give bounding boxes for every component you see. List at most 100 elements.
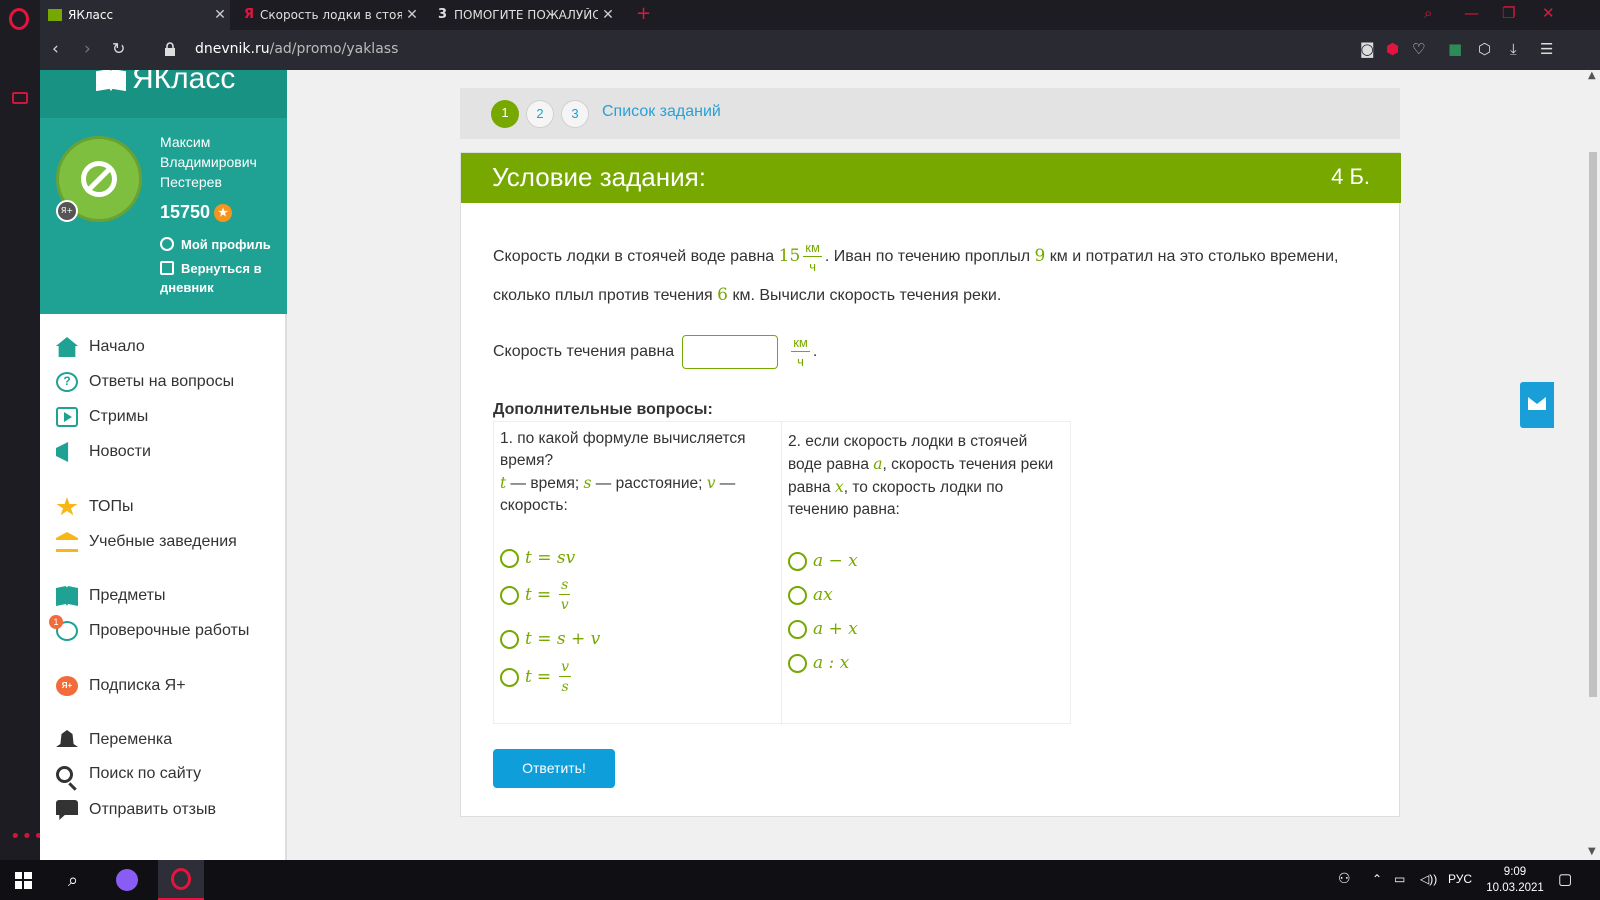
clock[interactable]: 9:09 10.03.2021 (1480, 864, 1550, 896)
cond-text: сколько плыл против течения (493, 287, 713, 304)
sidebar-item-streams[interactable]: Стримы (56, 407, 148, 427)
menu-icon[interactable]: ☰ (1540, 40, 1553, 58)
network-icon[interactable]: ▭ (1394, 872, 1405, 886)
address-bar: ‹ › ↻ dnevnik.ru/ad/promo/yaklass ◙ ⬢ ♡ … (40, 30, 1600, 70)
tab-question[interactable]: Я Скорость лодки в стоячей ✕ (236, 0, 422, 30)
star-badge-icon: ★ (214, 204, 233, 222)
restore-icon[interactable]: ❐ (1502, 4, 1515, 22)
heart-icon[interactable]: ♡ (1412, 40, 1425, 58)
sidebar-item-break[interactable]: Переменка (56, 730, 172, 750)
close-window-icon[interactable]: ✕ (1542, 4, 1555, 22)
page-viewport: ЯКласс Я+ Максим Владимирович Пестерев 1… (40, 70, 1585, 860)
option-formula: a + x (813, 619, 858, 639)
q1-option-3[interactable]: t = s + v (500, 629, 600, 649)
scrollbar-thumb[interactable] (1589, 152, 1597, 697)
workspaces-icon[interactable] (12, 92, 28, 104)
back-to-diary-link[interactable]: Вернуться в дневник (160, 259, 280, 297)
yaklass-logo[interactable]: ЯКласс (96, 70, 235, 96)
new-tab-icon[interactable]: + (636, 3, 651, 24)
sidebar-item-search[interactable]: Поиск по сайту (56, 765, 201, 783)
sidebar-item-tops[interactable]: ТОПы (56, 497, 134, 517)
volume-icon[interactable]: ◁)) (1420, 872, 1437, 886)
step-1[interactable]: 1 (491, 100, 519, 128)
distance-upstream: 6 (717, 285, 728, 305)
cube-icon[interactable]: ⬡ (1478, 40, 1491, 58)
scroll-up-icon[interactable]: ▲ (1588, 70, 1596, 81)
q1-option-1[interactable]: t = sv (500, 548, 575, 568)
camera-icon[interactable]: ◙ (1360, 40, 1375, 58)
forward-icon[interactable]: › (84, 39, 91, 59)
formula-lhs: t (525, 667, 532, 687)
radio-button[interactable] (500, 585, 519, 605)
notifications-icon[interactable]: ▢ (1558, 870, 1572, 888)
tab-title: ПОМОГИТЕ ПОЖАЛУЙСТА (454, 8, 598, 22)
sidebar-item-home[interactable]: Начало (56, 337, 145, 357)
page-scrollbar[interactable]: ▲ ▼ (1585, 70, 1600, 860)
boat-speed-value: 15 (778, 246, 801, 267)
q2-option-3[interactable]: a + x (788, 619, 858, 639)
radio-button[interactable] (788, 619, 807, 639)
formula-fraction: sv (559, 577, 571, 612)
minimize-icon[interactable]: — (1464, 4, 1479, 22)
radio-button[interactable] (788, 585, 807, 605)
sidebar-item-feedback[interactable]: Отправить отзыв (56, 800, 216, 820)
search-icon[interactable]: ⌕ (50, 860, 96, 900)
sidebar-item-news[interactable]: Новости (56, 442, 151, 462)
close-tab-icon[interactable]: ✕ (402, 7, 422, 23)
opera-sidebar: ••• (0, 0, 44, 860)
profile-link[interactable]: Мой профиль (160, 235, 271, 254)
q2-option-4[interactable]: a : x (788, 653, 849, 673)
shield-icon[interactable]: ⬢ (1386, 40, 1399, 58)
frac-num: s (559, 577, 571, 595)
mail-icon[interactable] (1520, 382, 1554, 428)
extension-icon[interactable]: ■ (1448, 40, 1462, 58)
q1-option-2[interactable]: t = s v (500, 578, 573, 612)
radio-button[interactable] (500, 629, 519, 649)
people-icon[interactable]: ⚇ (1338, 870, 1351, 887)
tray-chevron-icon[interactable]: ⌃ (1372, 872, 1382, 886)
sidebar-item-subscription[interactable]: Я+ Подписка Я+ (56, 676, 186, 696)
tab-yaklass[interactable]: ЯКласс ✕ (40, 0, 230, 30)
start-button[interactable] (0, 860, 46, 900)
sidebar-item-answers[interactable]: ? Ответы на вопросы (56, 372, 234, 392)
step-2[interactable]: 2 (526, 100, 554, 128)
opera-app[interactable] (158, 860, 204, 900)
url-field[interactable]: dnevnik.ru/ad/promo/yaklass (195, 41, 398, 57)
sidebar-item-subjects[interactable]: Предметы (56, 586, 165, 606)
alice-app[interactable] (104, 860, 150, 900)
radio-button[interactable] (500, 548, 519, 568)
question-1-text: 1. по какой формуле вычисляется время? t… (500, 428, 772, 517)
task-list-link[interactable]: Список заданий (602, 103, 721, 121)
tab-znanija[interactable]: 3 ПОМОГИТЕ ПОЖАЛУЙСТА ✕ (430, 0, 618, 30)
back-icon[interactable]: ‹ (52, 39, 59, 59)
q1-option-4[interactable]: t = v s (500, 660, 574, 694)
radio-button[interactable] (500, 667, 519, 687)
radio-button[interactable] (788, 551, 807, 571)
yandex-icon: Я (244, 7, 255, 22)
school-icon (56, 532, 78, 552)
q2-option-1[interactable]: a − x (788, 551, 858, 571)
bell-icon (56, 730, 78, 747)
close-tab-icon[interactable]: ✕ (210, 7, 230, 23)
radio-button[interactable] (788, 653, 807, 673)
sidebar-item-tests[interactable]: 1 Проверочные работы (49, 615, 249, 641)
lock-icon (165, 42, 175, 56)
language-indicator[interactable]: РУС (1448, 872, 1472, 886)
sidebar-item-schools[interactable]: Учебные заведения (56, 532, 237, 552)
answer-input[interactable] (682, 335, 779, 369)
q2-option-2[interactable]: ax (788, 585, 833, 605)
task-card: Условие задания: 4 Б. Скорость лодки в с… (460, 152, 1401, 817)
download-icon[interactable]: ⤓ (1510, 40, 1517, 58)
submit-button[interactable]: Ответить! (493, 749, 615, 788)
opera-logo-icon[interactable] (9, 8, 29, 30)
scroll-down-icon[interactable]: ▼ (1588, 846, 1596, 857)
formula-lhs: t (525, 585, 532, 605)
reload-icon[interactable]: ↻ (112, 39, 125, 58)
megaphone-icon (56, 442, 69, 462)
search-tabs-icon[interactable]: ⌕ (1424, 4, 1432, 22)
close-tab-icon[interactable]: ✕ (598, 7, 618, 23)
step-3[interactable]: 3 (561, 100, 589, 128)
formula-eq: = (536, 667, 552, 687)
var-a: a (873, 455, 883, 473)
sidebar-item-label: Ответы на вопросы (89, 373, 235, 390)
